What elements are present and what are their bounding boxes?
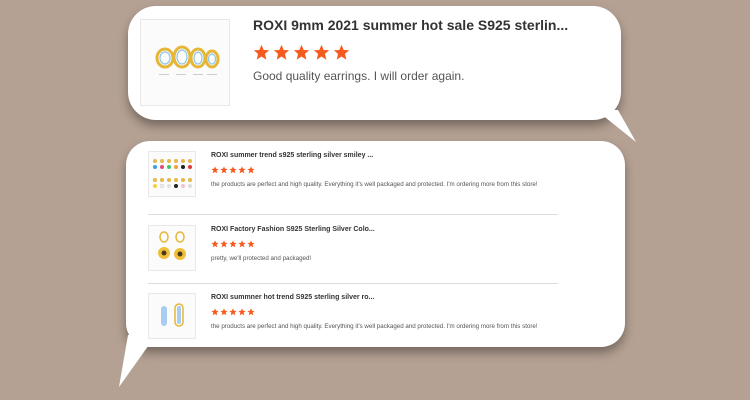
star-icon — [238, 240, 246, 248]
star-icon — [333, 44, 350, 60]
star-icon — [247, 166, 255, 174]
review-text: the products are perfect and high qualit… — [211, 323, 538, 330]
featured-product-title[interactable]: ROXI 9mm 2021 summer hot sale S925 sterl… — [253, 17, 613, 33]
star-icon — [220, 166, 228, 174]
review-product-title[interactable]: ROXI summer trend s925 sterling silver s… — [211, 152, 373, 159]
smiley-earrings-image — [153, 159, 192, 189]
review-rating-stars — [211, 240, 255, 248]
review-rating-stars — [211, 166, 255, 174]
star-icon — [211, 240, 219, 248]
star-icon — [313, 44, 330, 60]
star-icon — [220, 240, 228, 248]
review-text: the products are perfect and high qualit… — [211, 181, 538, 188]
star-icon — [229, 166, 237, 174]
star-icon — [229, 308, 237, 316]
hoop-earrings-image — [155, 45, 220, 75]
speech-bubble-tail — [596, 110, 636, 142]
star-icon — [253, 44, 270, 60]
reviews-list-bubble — [126, 141, 625, 347]
flower-earrings-image — [158, 231, 186, 260]
star-icon — [229, 240, 237, 248]
featured-rating-stars — [253, 44, 350, 61]
star-icon — [273, 44, 290, 60]
review-rating-stars — [211, 308, 255, 316]
review-product-title[interactable]: ROXI summner hot trend S925 sterling sil… — [211, 294, 374, 301]
featured-review-text: Good quality earrings. I will order agai… — [253, 69, 465, 83]
rainbow-hoop-earrings-image — [161, 303, 184, 327]
row-divider — [148, 214, 558, 215]
star-icon — [247, 308, 255, 316]
review-product-image[interactable] — [148, 225, 196, 271]
star-icon — [238, 308, 246, 316]
featured-product-image[interactable] — [140, 19, 230, 106]
star-icon — [211, 166, 219, 174]
star-icon — [211, 308, 219, 316]
star-icon — [220, 308, 228, 316]
review-text: pretty, we'll protected and packaged! — [211, 255, 312, 262]
star-icon — [238, 166, 246, 174]
row-divider — [148, 283, 558, 284]
star-icon — [247, 240, 255, 248]
review-product-image[interactable] — [148, 151, 196, 197]
speech-bubble-tail — [119, 335, 156, 387]
review-product-image[interactable] — [148, 293, 196, 339]
review-product-title[interactable]: ROXI Factory Fashion S925 Sterling Silve… — [211, 226, 375, 233]
star-icon — [293, 44, 310, 60]
